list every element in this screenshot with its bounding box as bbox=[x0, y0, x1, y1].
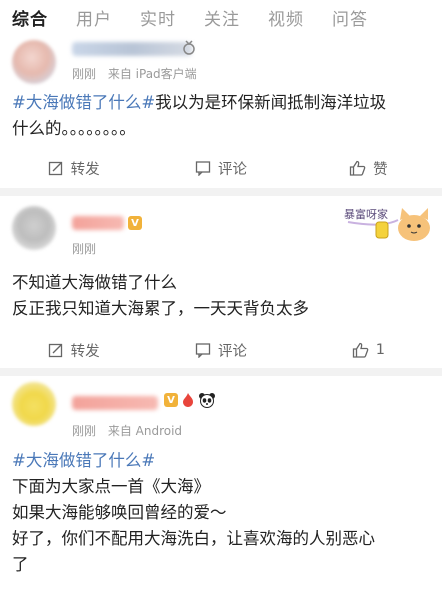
post-source: 来自 Android bbox=[107, 424, 183, 438]
comment-button[interactable]: 评论 bbox=[147, 150, 294, 186]
thumbs-up-icon bbox=[352, 342, 369, 358]
post-source: 来自 iPad客户端 bbox=[107, 67, 197, 81]
avatar[interactable] bbox=[12, 382, 56, 426]
post-text-line: 不知道大海做错了什么 bbox=[12, 273, 177, 292]
post-content: #大海做错了什么#我以为是环保新闻抵制海洋垃圾 什么的。。。。。。。。 bbox=[12, 90, 432, 142]
post-text-line: 我以为是环保新闻抵制海洋垃圾 bbox=[155, 93, 387, 112]
post-time: 刚刚 bbox=[72, 67, 97, 81]
avatar[interactable] bbox=[12, 206, 56, 250]
thumbs-up-icon bbox=[349, 160, 366, 176]
post-divider bbox=[0, 368, 442, 376]
like-button[interactable]: 赞 bbox=[295, 150, 442, 186]
post-text-line: 如果大海能够唤回曾经的爱～ bbox=[12, 503, 227, 522]
post-time: 刚刚 bbox=[72, 424, 97, 438]
post-time: 刚刚 bbox=[72, 242, 97, 256]
vip-badge-icon: V bbox=[164, 393, 178, 407]
panda-icon bbox=[199, 393, 215, 408]
hashtag-link[interactable]: #大海做错了什么# bbox=[12, 93, 155, 112]
sticker-text: 暴富呀家 bbox=[344, 207, 388, 221]
post-card: 刚刚 来自 iPad客户端 #大海做错了什么#我以为是环保新闻抵制海洋垃圾 什么… bbox=[0, 34, 442, 184]
repost-icon bbox=[48, 161, 62, 176]
post-actions: 转发 评论 赞 bbox=[0, 150, 442, 186]
tab-realtime[interactable]: 实时 bbox=[140, 5, 176, 30]
comment-icon bbox=[195, 161, 211, 176]
tab-video[interactable]: 视频 bbox=[268, 5, 304, 30]
username-blurred[interactable] bbox=[72, 42, 192, 56]
medal-icon bbox=[182, 40, 196, 59]
post-content: 不知道大海做错了什么 反正我只知道大海累了，一天天背负太多 bbox=[12, 270, 432, 322]
post-meta: 刚刚 bbox=[72, 240, 96, 257]
post-content: #大海做错了什么# 下面为大家点一首《大海》 如果大海能够唤回曾经的爱～ 好了，… bbox=[12, 448, 432, 578]
post-meta: 刚刚 来自 iPad客户端 bbox=[72, 65, 197, 82]
post-text-line: 什么的。。。。。。。。 bbox=[12, 119, 136, 138]
flame-icon bbox=[183, 393, 193, 407]
post-divider bbox=[0, 188, 442, 196]
repost-button[interactable]: 转发 bbox=[0, 150, 147, 186]
post-card: V 刚刚 来自 Android #大海做错了什么# 下面为大家点一首《大海》 如… bbox=[0, 376, 442, 591]
post-text-line: 反正我只知道大海累了，一天天背负太多 bbox=[12, 299, 309, 318]
search-tab-bar: 综合 用户 实时 关注 视频 问答 bbox=[0, 0, 442, 34]
comment-icon bbox=[195, 343, 211, 358]
avatar[interactable] bbox=[12, 40, 56, 84]
username-blurred[interactable] bbox=[72, 216, 124, 230]
tab-users[interactable]: 用户 bbox=[76, 5, 112, 30]
post-text-line: 下面为大家点一首《大海》 bbox=[12, 477, 210, 496]
repost-button[interactable]: 转发 bbox=[0, 332, 147, 368]
post-text-line: 好了，你们不配用大海洗白，让喜欢海的人别恶心 bbox=[12, 529, 375, 548]
tab-comprehensive[interactable]: 综合 bbox=[12, 5, 48, 30]
comment-button[interactable]: 评论 bbox=[147, 332, 294, 368]
post-text-line: 了 bbox=[12, 555, 29, 574]
cat-sticker-icon: 暴富呀家 bbox=[344, 207, 430, 241]
username-blurred[interactable] bbox=[72, 396, 158, 410]
hashtag-link[interactable]: #大海做错了什么# bbox=[12, 448, 432, 474]
tab-qa[interactable]: 问答 bbox=[332, 5, 368, 30]
like-button[interactable]: 1 bbox=[295, 332, 442, 368]
post-meta: 刚刚 来自 Android bbox=[72, 422, 182, 439]
repost-icon bbox=[48, 343, 62, 358]
emoji-badges: V bbox=[164, 392, 216, 408]
post-actions: 转发 评论 1 bbox=[0, 332, 442, 368]
vip-badge-icon: V bbox=[128, 216, 142, 230]
tab-following[interactable]: 关注 bbox=[204, 5, 240, 30]
